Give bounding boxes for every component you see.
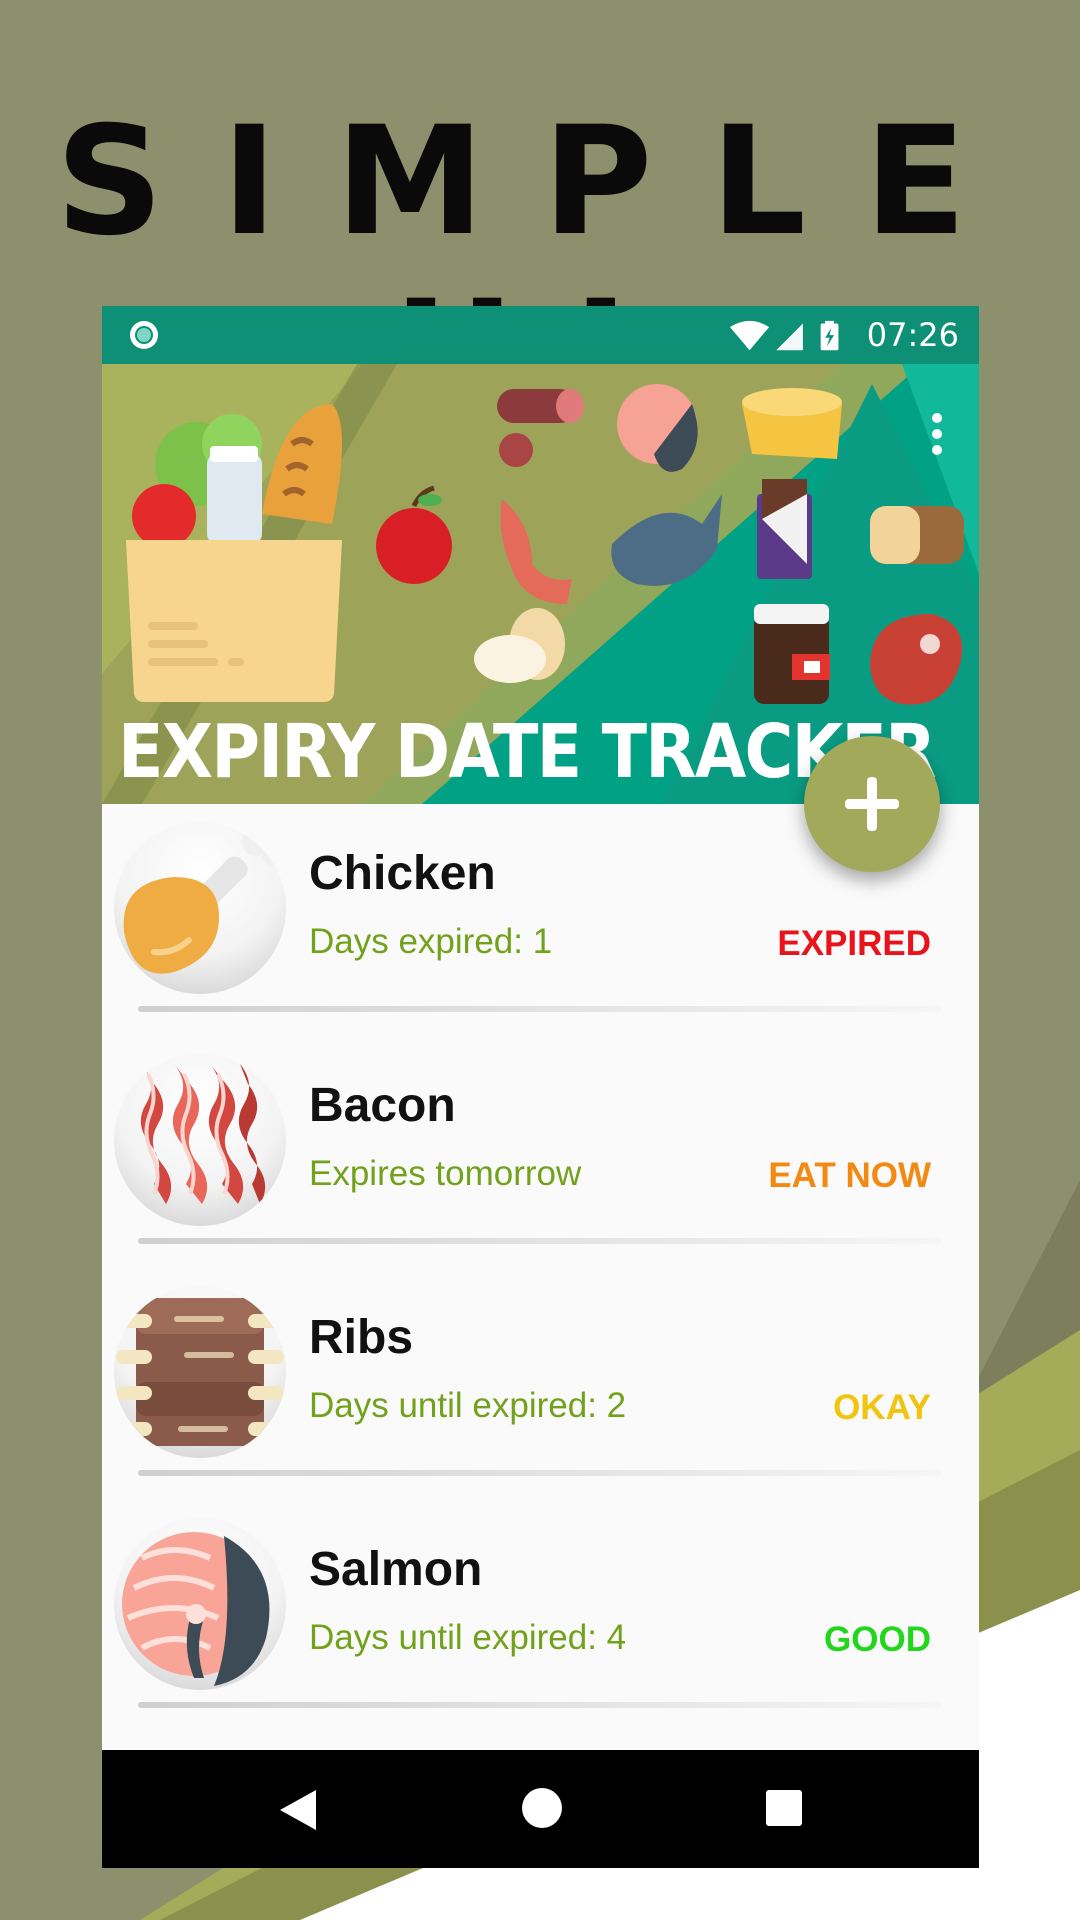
phone-screen: 07:26 EXPIRY DATE TRACKER Chicken Days e… bbox=[102, 306, 979, 1868]
chicken-leg-icon bbox=[114, 822, 286, 994]
item-name: Ribs bbox=[309, 1311, 414, 1364]
status-icons bbox=[730, 320, 839, 351]
recents-icon[interactable] bbox=[764, 1788, 804, 1828]
signal-icon bbox=[776, 323, 803, 351]
salmon-icon bbox=[114, 1518, 286, 1690]
overflow-menu-icon[interactable] bbox=[931, 412, 943, 456]
status-time: 07:26 bbox=[866, 316, 959, 354]
status-badge: GOOD bbox=[824, 1620, 931, 1659]
item-subtitle: Days until expired: 2 bbox=[309, 1386, 627, 1425]
navigation-bar bbox=[102, 1750, 979, 1868]
divider bbox=[138, 1702, 942, 1708]
back-icon[interactable] bbox=[278, 1788, 318, 1832]
home-icon[interactable] bbox=[520, 1786, 564, 1830]
divider bbox=[138, 1238, 942, 1244]
status-badge: OKAY bbox=[833, 1388, 931, 1427]
ribs-icon bbox=[114, 1286, 286, 1458]
spread-jar-icon bbox=[754, 604, 830, 704]
bacon-icon bbox=[114, 1054, 286, 1226]
food-list: Chicken Days expired: 1 EXPIRED Bacon Ex… bbox=[102, 804, 979, 1732]
item-subtitle: Expires tomorrow bbox=[309, 1154, 582, 1193]
list-item[interactable]: Salmon Days until expired: 4 GOOD bbox=[102, 1500, 979, 1732]
item-subtitle: Days until expired: 4 bbox=[309, 1618, 627, 1657]
bread-icon bbox=[870, 506, 964, 564]
notification-dot-icon bbox=[130, 321, 158, 349]
wifi-icon bbox=[730, 320, 770, 351]
status-badge: EXPIRED bbox=[777, 924, 931, 963]
status-badge: EAT NOW bbox=[768, 1156, 931, 1195]
item-name: Bacon bbox=[309, 1079, 456, 1132]
divider bbox=[138, 1006, 942, 1012]
battery-icon bbox=[820, 320, 839, 351]
header-banner: EXPIRY DATE TRACKER bbox=[102, 364, 979, 804]
status-bar: 07:26 bbox=[102, 306, 979, 364]
plus-icon bbox=[845, 777, 899, 831]
item-name: Salmon bbox=[309, 1543, 483, 1596]
divider bbox=[138, 1470, 942, 1476]
item-name: Chicken bbox=[309, 847, 496, 900]
grocery-bag-icon bbox=[126, 404, 342, 702]
list-item[interactable]: Bacon Expires tomorrow EAT NOW bbox=[102, 1036, 979, 1268]
chocolate-bar-icon bbox=[757, 479, 812, 579]
add-item-button[interactable] bbox=[804, 736, 940, 872]
list-item[interactable]: Ribs Days until expired: 2 OKAY bbox=[102, 1268, 979, 1500]
item-subtitle: Days expired: 1 bbox=[309, 922, 553, 961]
cheese-icon bbox=[742, 388, 842, 459]
